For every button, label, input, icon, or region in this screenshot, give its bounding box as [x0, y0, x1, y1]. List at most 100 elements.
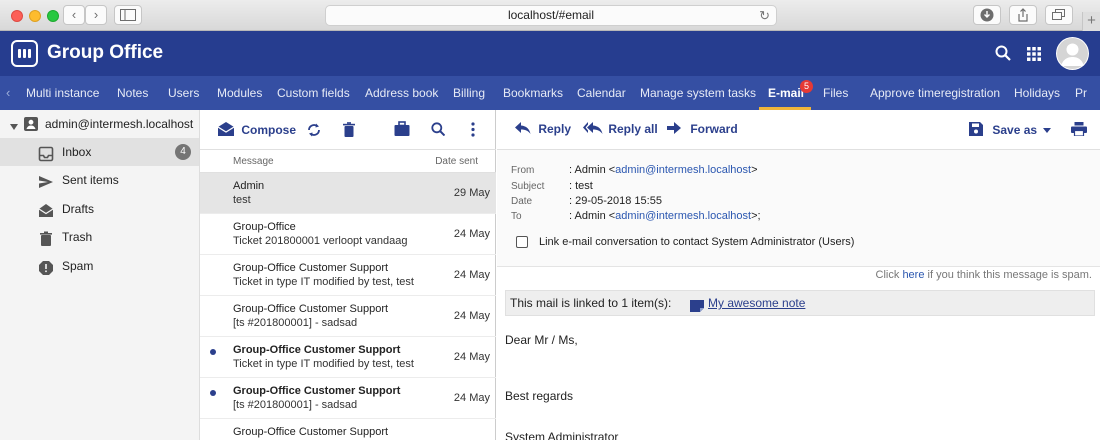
share-button[interactable] [1009, 5, 1037, 25]
tab-pr[interactable]: Pr [1075, 76, 1087, 110]
message-subject: Ticket in type IT modified by test, test [233, 276, 414, 288]
zoom-window-button[interactable] [47, 10, 59, 22]
compose-button[interactable]: Compose [217, 122, 296, 137]
unread-dot-icon [210, 349, 216, 355]
tab-calendar[interactable]: Calendar [577, 76, 626, 110]
tab-manage-system-tasks[interactable]: Manage system tasks [640, 76, 756, 110]
to-label: To [511, 211, 522, 222]
message-row-unread[interactable]: Group-Office Customer Support [ts #20180… [200, 378, 496, 419]
message-from: Group-Office Customer Support [233, 344, 401, 356]
mark-spam-link[interactable]: here [902, 269, 924, 281]
tab-bookmarks[interactable]: Bookmarks [503, 76, 563, 110]
folder-label: Trash [62, 230, 93, 244]
tab-multi-instance[interactable]: Multi instance [26, 76, 99, 110]
from-value: : Admin <admin@intermesh.localhost> [569, 164, 758, 176]
tab-files[interactable]: Files [823, 76, 848, 110]
message-from: Group-Office [233, 221, 296, 233]
message-from: Group-Office Customer Support [233, 303, 389, 315]
forward-button[interactable]: Forward [667, 122, 738, 136]
message-date: 24 May [453, 228, 490, 240]
from-email-link[interactable]: admin@intermesh.localhost [615, 164, 751, 176]
user-avatar[interactable] [1056, 37, 1089, 70]
link-contact-checkbox[interactable] [516, 236, 528, 248]
trash-icon [38, 229, 54, 246]
sidebar-toggle-button[interactable] [114, 5, 142, 25]
inbox-unread-count: 4 [175, 144, 191, 160]
linked-items-bar: This mail is linked to 1 item(s): My awe… [505, 290, 1095, 316]
module-tabs: ‹ Multi instance Notes Users Modules Custom … [0, 76, 1100, 110]
linked-items-text: This mail is linked to 1 item(s): [510, 296, 672, 310]
message-row-unread[interactable]: Group-Office Customer Support Ticket in … [200, 337, 496, 378]
message-row[interactable]: Group-Office Ticket 201800001 verloopt v… [200, 214, 496, 255]
chevron-down-icon [1043, 128, 1052, 133]
message-from: Admin [233, 180, 265, 192]
folder-label: Inbox [62, 145, 92, 159]
tab-e-mail[interactable]: E-mail [768, 76, 804, 110]
tab-users[interactable]: Users [168, 76, 199, 110]
message-date: 24 May [453, 392, 490, 404]
folder-label: Drafts [62, 202, 95, 216]
tab-address-book[interactable]: Address book [365, 76, 438, 110]
apps-grid-icon[interactable] [1027, 47, 1041, 64]
new-tab-button[interactable]: + [1082, 12, 1100, 31]
message-row[interactable]: Group-Office Customer Support [ts #20180… [200, 296, 496, 337]
message-row[interactable]: Group-Office Customer Support Ticket in … [200, 255, 496, 296]
folder-inbox[interactable]: Inbox 4 [0, 138, 199, 166]
back-button[interactable]: ‹ [63, 5, 85, 25]
col-message-header[interactable]: Message [233, 150, 274, 173]
tab-modules[interactable]: Modules [217, 76, 262, 110]
move-to-folder-button[interactable] [394, 121, 410, 140]
reply-all-label: Reply all [608, 122, 658, 136]
folder-trash[interactable]: Trash [0, 223, 199, 251]
user-silhouette-icon [1057, 38, 1088, 69]
folder-label: Sent items [62, 173, 119, 187]
message-date: 29 May [453, 187, 490, 199]
downloads-button[interactable] [973, 5, 1001, 25]
message-body-line: Best regards [505, 389, 574, 403]
delete-button[interactable] [343, 122, 355, 140]
message-row[interactable]: Admin test 29 May [200, 173, 496, 214]
minimize-window-button[interactable] [29, 10, 41, 22]
col-date-header[interactable]: Date sent [435, 150, 478, 173]
refresh-button[interactable] [307, 122, 321, 141]
folder-sent-items[interactable]: Sent items [0, 166, 199, 194]
app-name: Group Office [47, 42, 164, 63]
reply-all-button[interactable]: Reply all [583, 122, 658, 136]
message-date: 24 May [453, 269, 490, 281]
folder-spam[interactable]: Spam [0, 252, 199, 280]
address-bar[interactable]: localhost/#email ↻ [325, 5, 777, 26]
message-row[interactable]: Group-Office Customer Support [200, 419, 496, 440]
tab-approve-timeregistration[interactable]: Approve timeregistration [870, 76, 1000, 110]
search-messages-button[interactable] [431, 122, 446, 139]
close-window-button[interactable] [11, 10, 23, 22]
tab-billing[interactable]: Billing [453, 76, 485, 110]
tab-holidays[interactable]: Holidays [1014, 76, 1060, 110]
subject-value: : test [569, 180, 593, 192]
account-node[interactable]: admin@intermesh.localhost [0, 110, 199, 138]
message-header-meta: From : Admin <admin@intermesh.localhost>… [497, 150, 1100, 267]
linked-note-link[interactable]: My awesome note [708, 291, 805, 315]
more-options-button[interactable] [471, 122, 475, 140]
download-icon [980, 8, 994, 22]
collapse-arrow-icon[interactable] [10, 119, 18, 133]
tab-notes[interactable]: Notes [117, 76, 148, 110]
forward-nav-button[interactable]: › [85, 5, 107, 25]
drafts-icon [38, 201, 54, 217]
compose-envelope-icon [217, 122, 235, 136]
spam-notice: Click here if you think this message is … [875, 269, 1092, 281]
tab-custom-fields[interactable]: Custom fields [277, 76, 350, 110]
account-email: admin@intermesh.localhost [45, 117, 194, 131]
tabs-overview-button[interactable] [1045, 5, 1073, 25]
subject-label: Subject [511, 181, 545, 192]
save-as-button[interactable]: Save as [969, 122, 1052, 137]
to-email-link[interactable]: admin@intermesh.localhost [615, 210, 751, 222]
message-subject: test [233, 194, 251, 206]
search-icon[interactable] [995, 45, 1011, 64]
print-button[interactable] [1071, 122, 1087, 139]
tabs-scroll-left-icon[interactable]: ‹ [6, 76, 10, 110]
reload-icon[interactable]: ↻ [759, 6, 770, 25]
inbox-icon [38, 144, 54, 162]
reply-button[interactable]: Reply [515, 122, 571, 136]
folder-drafts[interactable]: Drafts [0, 195, 199, 223]
save-disk-icon [969, 122, 983, 136]
